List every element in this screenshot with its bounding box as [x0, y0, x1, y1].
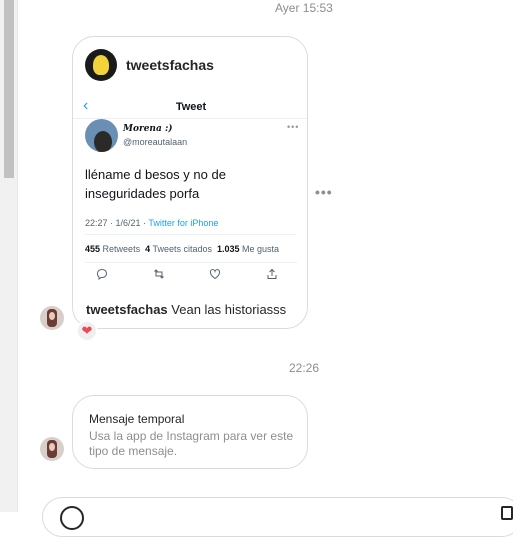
- message-composer[interactable]: [42, 497, 513, 537]
- temporary-message-card[interactable]: Mensaje temporal Usa la app de Instagram…: [72, 395, 308, 469]
- retweets-count: 455: [85, 244, 101, 254]
- quotes-label: Tweets citados: [152, 244, 212, 254]
- quotes-count: 4: [145, 244, 151, 254]
- likes-label: Me gusta: [242, 244, 280, 254]
- tweet-author-handle: @moreautalaan: [123, 137, 188, 147]
- tweet-author-name: 𝑴𝒐𝒓𝒆𝒏𝒂 :): [123, 124, 173, 134]
- post-header[interactable]: tweetsfachas: [85, 49, 214, 81]
- sender-avatar[interactable]: [40, 437, 64, 461]
- reply-icon: [95, 268, 109, 283]
- attach-icon[interactable]: [501, 506, 513, 520]
- divider: [85, 234, 297, 235]
- post-author-avatar[interactable]: [85, 49, 117, 81]
- shared-post-card[interactable]: tweetsfachas ‹ Tweet 𝑴𝒐𝒓𝒆𝒏𝒂 :) @moreauta…: [72, 36, 308, 329]
- like-icon: [208, 268, 222, 283]
- temporary-message-title: Mensaje temporal: [89, 412, 185, 426]
- temporary-message-body: Usa la app de Instagram para ver este ti…: [89, 429, 294, 458]
- heart-reaction-icon[interactable]: ❤: [76, 320, 98, 342]
- more-options-icon[interactable]: •••: [315, 184, 333, 200]
- timestamp-today: 22:26: [289, 361, 320, 375]
- tweet-screenshot[interactable]: ‹ Tweet 𝑴𝒐𝒓𝒆𝒏𝒂 :) @moreautalaan ••• llén…: [73, 97, 307, 312]
- timestamp-yesterday: Ayer 15:53: [275, 1, 333, 15]
- caption-username[interactable]: tweetsfachas: [86, 302, 168, 317]
- tweet-author-avatar: [85, 119, 118, 152]
- scrollbar[interactable]: [0, 0, 18, 512]
- sender-avatar[interactable]: [40, 306, 64, 330]
- tweet-header-title: Tweet: [175, 101, 207, 113]
- retweets-label: Retweets: [102, 244, 141, 254]
- tweet-stats: 455 Retweets 4 Tweets citados 1.035 Me g…: [85, 244, 279, 254]
- tweet-time: 22:27 · 1/6/21 ·: [85, 218, 149, 228]
- tweet-more-icon: •••: [287, 122, 300, 132]
- likes-count: 1.035: [217, 244, 240, 254]
- post-author-username[interactable]: tweetsfachas: [126, 57, 214, 73]
- divider: [85, 262, 297, 263]
- tweet-actions: [95, 268, 279, 283]
- caption-text: Vean las historiasss: [171, 302, 287, 317]
- emoji-icon[interactable]: [60, 506, 84, 530]
- retweet-icon: [152, 268, 166, 283]
- share-icon: [265, 268, 279, 283]
- post-caption: tweetsfachas Vean las historiasss: [86, 302, 286, 317]
- tweet-source: Twitter for iPhone: [148, 218, 219, 228]
- tweet-screenshot-header: ‹ Tweet: [73, 97, 307, 119]
- tweet-text: lléname d besos y no de inseguridades po…: [85, 167, 226, 201]
- tweet-meta: 22:27 · 1/6/21 · Twitter for iPhone: [85, 218, 218, 228]
- scrollbar-thumb[interactable]: [4, 0, 14, 178]
